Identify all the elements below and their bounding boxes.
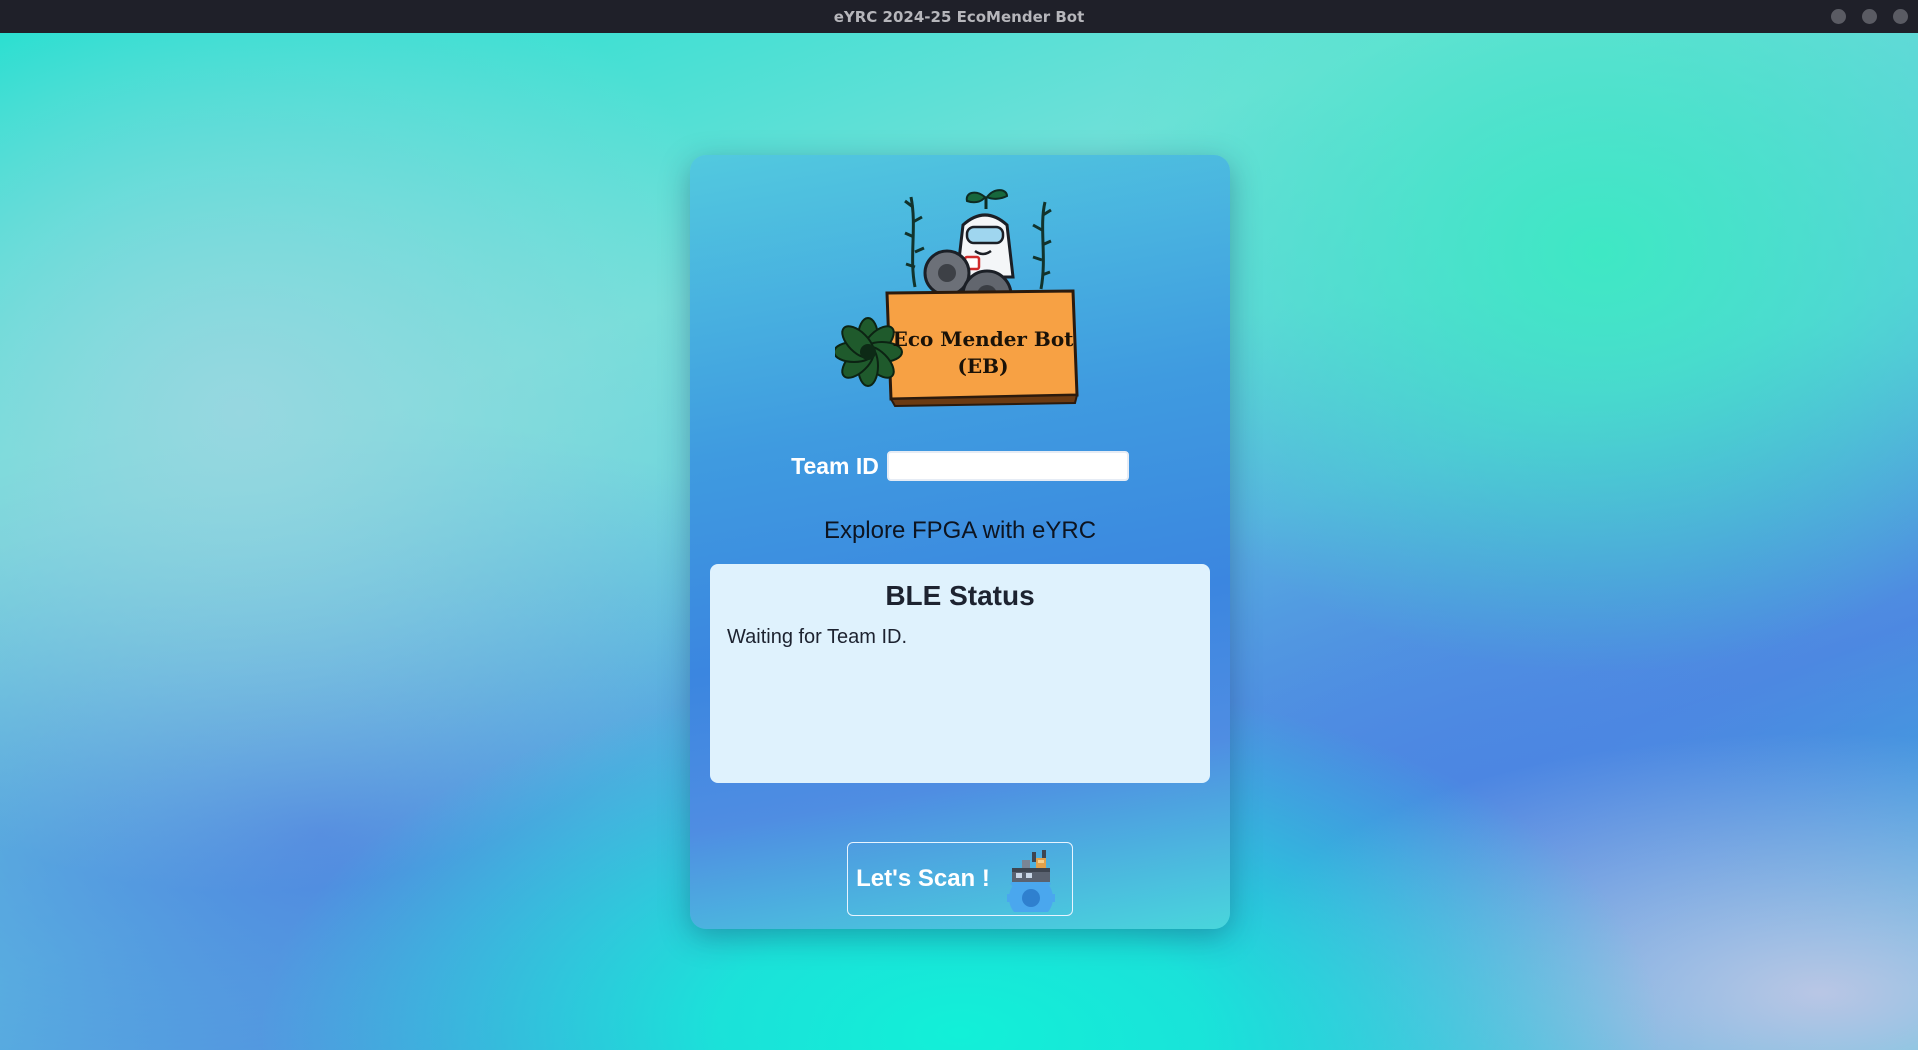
maximize-button[interactable] bbox=[1862, 9, 1877, 24]
window-controls bbox=[1831, 0, 1908, 33]
minimize-button[interactable] bbox=[1831, 9, 1846, 24]
scan-button-label: Let's Scan ! bbox=[856, 865, 990, 892]
logo-subtitle: (EB) bbox=[957, 354, 1008, 378]
ble-status-message: Waiting for Team ID. bbox=[727, 626, 908, 648]
team-id-input[interactable] bbox=[886, 451, 1129, 481]
ble-status-title: BLE Status bbox=[885, 580, 1035, 611]
close-button[interactable] bbox=[1893, 9, 1908, 24]
window-titlebar: eYRC 2024-25 EcoMender Bot bbox=[0, 0, 1918, 33]
window-title: eYRC 2024-25 EcoMender Bot bbox=[833, 7, 1085, 26]
team-id-label: Team ID bbox=[791, 452, 879, 479]
ble-status-panel: BLE Status Waiting for Team ID. bbox=[710, 564, 1210, 783]
gear-factory-icon bbox=[1006, 850, 1055, 912]
logo-title: Eco Mender Bot bbox=[893, 327, 1075, 351]
team-id-row: Team ID bbox=[690, 451, 1230, 481]
eco-mender-bot-logo: Eco Mender Bot (EB) bbox=[835, 189, 1079, 407]
tagline: Explore FPGA with eYRC bbox=[823, 517, 1097, 544]
app-background: Eco Mender Bot (EB) Team ID Explore FPGA… bbox=[0, 33, 1918, 1050]
lets-scan-button[interactable]: Let's Scan ! bbox=[847, 842, 1073, 916]
main-card: Eco Mender Bot (EB) Team ID Explore FPGA… bbox=[690, 155, 1230, 929]
